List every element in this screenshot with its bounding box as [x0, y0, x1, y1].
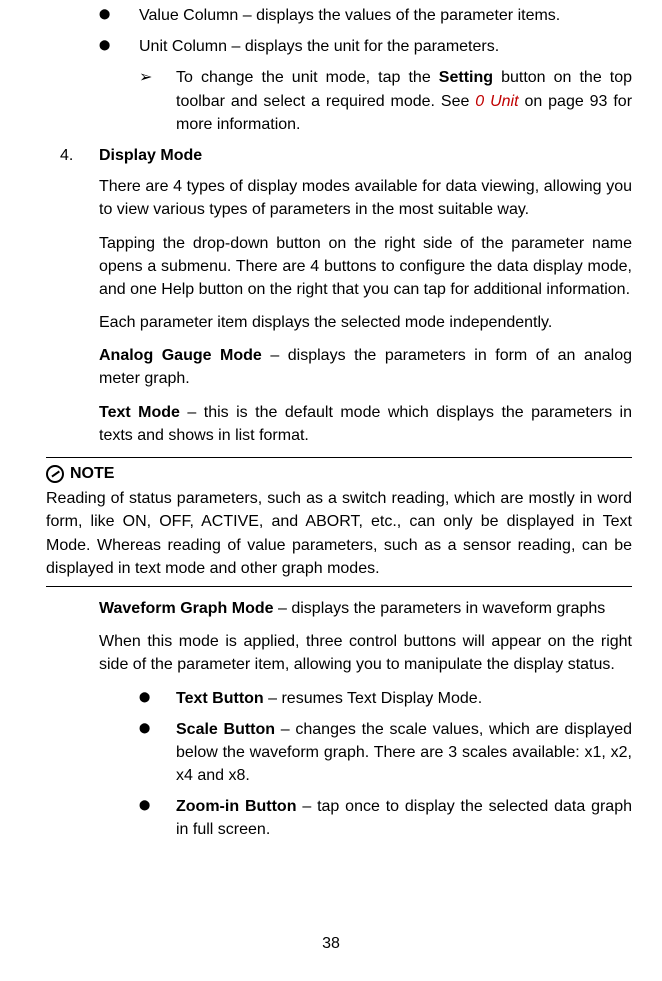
- text-fragment: – resumes Text Display Mode.: [264, 690, 482, 707]
- bullet-icon: ⬤: [139, 687, 150, 706]
- sub-bullet-item: ⬤ Zoom-in Button – tap once to display t…: [24, 795, 638, 841]
- numbered-heading: 4. Display Mode: [24, 144, 638, 167]
- note-heading: NOTE: [46, 462, 632, 485]
- text-bold: Waveform Graph Mode: [99, 600, 274, 617]
- text-bold: Setting: [439, 69, 493, 86]
- text-bold: Analog Gauge Mode: [99, 347, 262, 364]
- bullet-text: Unit Column – displays the unit for the …: [139, 35, 632, 58]
- sub-bullet-item: ⬤ Text Button – resumes Text Display Mod…: [24, 687, 638, 710]
- paragraph: Tapping the drop-down button on the righ…: [99, 232, 632, 302]
- text-bold: Text Mode: [99, 404, 180, 421]
- note-body: Reading of status parameters, such as a …: [46, 487, 632, 580]
- bullet-item: ⬤ Unit Column – displays the unit for th…: [24, 35, 638, 58]
- note-label: NOTE: [70, 462, 114, 485]
- bullet-item: ⬤ Value Column – displays the values of …: [24, 4, 638, 27]
- sub-bullet-text: Scale Button – changes the scale values,…: [176, 718, 632, 788]
- sub-bullet-item: ➢ To change the unit mode, tap the Setti…: [24, 66, 638, 136]
- text-link: 0 Unit: [475, 93, 518, 110]
- paragraph: Text Mode – this is the default mode whi…: [99, 401, 632, 447]
- bullet-icon: ⬤: [139, 718, 150, 737]
- bullet-text: Value Column – displays the values of th…: [139, 4, 632, 27]
- note-block: NOTE Reading of status parameters, such …: [46, 457, 632, 587]
- paragraph: Waveform Graph Mode – displays the param…: [99, 597, 632, 620]
- pencil-icon: [46, 465, 64, 483]
- arrow-icon: ➢: [139, 66, 152, 89]
- bullet-icon: ⬤: [139, 795, 150, 814]
- sub-bullet-text: Text Button – resumes Text Display Mode.: [176, 687, 632, 710]
- list-number: 4.: [60, 144, 73, 167]
- text-bold: Zoom-in Button: [176, 798, 296, 815]
- sub-bullet-text: Zoom-in Button – tap once to display the…: [176, 795, 632, 841]
- heading-title: Display Mode: [99, 144, 632, 167]
- text-bold: Scale Button: [176, 721, 275, 738]
- sub-bullet-text: To change the unit mode, tap the Setting…: [176, 66, 632, 136]
- paragraph: Analog Gauge Mode – displays the paramet…: [99, 344, 632, 390]
- bullet-icon: ⬤: [99, 4, 110, 23]
- text-fragment: – displays the parameters in waveform gr…: [274, 600, 606, 617]
- paragraph: When this mode is applied, three control…: [99, 630, 632, 676]
- paragraph: There are 4 types of display modes avail…: [99, 175, 632, 221]
- text-bold: Text Button: [176, 690, 264, 707]
- page-number: 38: [0, 932, 662, 955]
- paragraph: Each parameter item displays the selecte…: [99, 311, 632, 334]
- document-page: ⬤ Value Column – displays the values of …: [0, 4, 662, 981]
- text-fragment: To change the unit mode, tap the: [176, 69, 439, 86]
- sub-bullet-item: ⬤ Scale Button – changes the scale value…: [24, 718, 638, 788]
- bullet-icon: ⬤: [99, 35, 110, 54]
